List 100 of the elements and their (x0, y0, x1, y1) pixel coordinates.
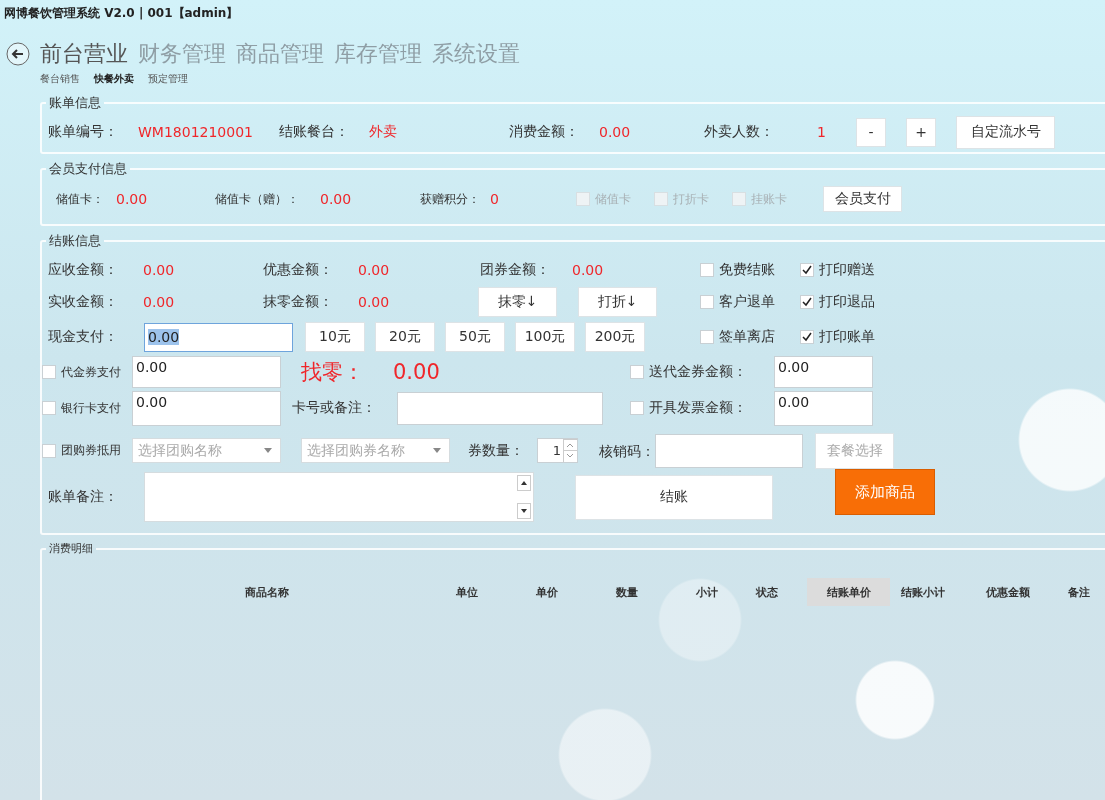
input-field[interactable]: 0.00 (132, 390, 281, 426)
field-label: 卡号或备注： (292, 399, 376, 417)
column-header[interactable]: 小计 (682, 578, 732, 606)
button[interactable]: + (906, 117, 936, 147)
checkbox[interactable] (42, 365, 56, 379)
checkbox[interactable] (800, 330, 814, 344)
button[interactable]: 200元 (585, 322, 645, 352)
field-value: WM1801210001 (138, 124, 253, 140)
field-value: 0.00 (143, 262, 175, 278)
checkbox-label: 挂账卡 (751, 190, 787, 208)
input-field[interactable]: 0.00 (774, 356, 873, 388)
caret-icon (264, 448, 272, 453)
spinner-field[interactable]: 1 (537, 438, 578, 463)
button[interactable]: 打折↓ (578, 287, 657, 317)
field-value: 0.00 (358, 262, 390, 278)
field-label: 账单备注： (48, 488, 118, 506)
checkbox-label: 打折卡 (673, 190, 709, 208)
section-title: 账单信息 (48, 94, 102, 112)
field-label: 团券金额： (480, 261, 550, 279)
button[interactable]: 会员支付 (823, 186, 902, 212)
field-label: 结账餐台： (279, 123, 349, 141)
back-icon[interactable] (6, 42, 30, 66)
window-title: 网博餐饮管理系统 V2.0 | 001【admin】 (3, 5, 240, 22)
scroll-arrows-icon[interactable] (517, 475, 531, 519)
field-label: 获赠积分： (420, 190, 480, 208)
button[interactable]: 自定流水号 (956, 115, 1055, 149)
field-value: 外卖 (369, 123, 397, 141)
field-value: 0.00 (116, 191, 148, 207)
sub-tab[interactable]: 餐台销售 (40, 72, 80, 86)
checkbox[interactable] (630, 365, 644, 379)
field-value: 0.00 (572, 262, 604, 278)
field-label: 储值卡（赠）： (215, 190, 299, 208)
field-label: 券数量： (468, 441, 524, 460)
checkbox[interactable] (700, 330, 714, 344)
caret-icon (433, 448, 441, 453)
change-value: 0.00 (393, 360, 440, 384)
field-value: 0.00 (320, 191, 352, 207)
checkbox[interactable] (800, 263, 814, 277)
field-value: 0.00 (143, 294, 175, 310)
column-header[interactable]: 单位 (442, 578, 492, 606)
checkbox-label: 送代金券金额： (649, 363, 747, 381)
button[interactable]: 抹零↓ (478, 287, 557, 317)
button[interactable]: 10元 (305, 322, 365, 352)
field-value: 0.00 (358, 294, 390, 310)
checkbox[interactable] (800, 295, 814, 309)
checkbox-label: 客户退单 (719, 293, 775, 311)
field-label: 储值卡： (56, 190, 104, 208)
button[interactable]: 100元 (515, 322, 575, 352)
nav-tab[interactable]: 前台营业 (40, 39, 128, 69)
input-field[interactable]: 0.00 (144, 322, 293, 352)
column-header[interactable]: 状态 (742, 578, 792, 606)
field-label: 抹零金额： (263, 293, 333, 311)
checkbox[interactable] (42, 401, 56, 415)
field-label: 外卖人数： (704, 123, 774, 141)
checkbox-label: 打印退品 (819, 293, 875, 311)
checkbox-label: 签单离店 (719, 328, 775, 346)
field-label: 核销码： (599, 442, 655, 459)
change-label: 找零： (301, 359, 364, 386)
section-title: 结账信息 (48, 232, 102, 250)
button[interactable]: - (856, 117, 886, 147)
checkbox[interactable] (630, 401, 644, 415)
checkbox-label: 免费结账 (719, 261, 775, 279)
input-field[interactable]: 0.00 (132, 356, 281, 388)
column-header[interactable]: 优惠金额 (977, 578, 1039, 606)
input-field[interactable]: 0.00 (774, 390, 873, 426)
checkbox[interactable] (700, 263, 714, 277)
sub-tab[interactable]: 预定管理 (148, 72, 188, 86)
button[interactable]: 20元 (375, 322, 435, 352)
column-header[interactable]: 结账单价 (807, 578, 890, 606)
checkbox[interactable] (42, 443, 56, 458)
column-header[interactable]: 单价 (522, 578, 572, 606)
section-title: 消费明细 (48, 541, 94, 556)
checkbox-label: 开具发票金额： (649, 399, 747, 417)
button[interactable]: 结账 (575, 474, 773, 520)
sub-tab[interactable]: 快餐外卖 (94, 72, 134, 86)
checkbox-label: 代金券支付 (61, 363, 121, 381)
checkbox-label: 团购券抵用 (61, 442, 121, 459)
input-field[interactable] (655, 433, 803, 468)
field-label: 账单编号： (48, 123, 118, 141)
field-label: 实收金额： (48, 293, 118, 311)
field-value: 1 (817, 124, 826, 140)
checkbox-label: 银行卡支付 (61, 399, 121, 417)
field-label: 优惠金额： (263, 261, 333, 279)
field-label: 现金支付： (48, 328, 118, 346)
field-label: 应收金额： (48, 261, 118, 279)
checkbox-label: 打印账单 (819, 328, 875, 346)
field-value: 0.00 (599, 124, 631, 140)
column-header[interactable]: 备注 (1057, 578, 1101, 606)
column-header[interactable]: 数量 (602, 578, 652, 606)
button[interactable]: 50元 (445, 322, 505, 352)
column-header[interactable]: 结账小计 (892, 578, 954, 606)
column-header[interactable]: 商品名称 (192, 578, 342, 606)
checkbox-label: 打印赠送 (819, 261, 875, 279)
checkbox[interactable] (700, 295, 714, 309)
field-label: 消费金额： (509, 123, 579, 141)
field-value: 0 (490, 191, 499, 207)
spinner-arrows-icon[interactable] (563, 439, 577, 462)
input-field[interactable] (397, 391, 603, 425)
section-title: 会员支付信息 (48, 160, 128, 178)
checkbox-label: 储值卡 (595, 190, 631, 208)
